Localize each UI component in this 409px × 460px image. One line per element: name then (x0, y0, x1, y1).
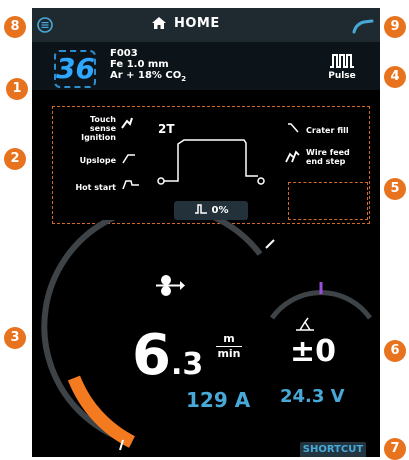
welder-screen: HOME 36 F003 Fe 1.0 mm Ar + 18% CO2 Puls… (32, 8, 380, 457)
hot-start-icon (122, 180, 139, 190)
process-label: Pulse (328, 71, 356, 81)
upslope-icon (122, 154, 135, 164)
process-selector[interactable]: Pulse (322, 54, 362, 81)
callout-6: 6 (384, 340, 406, 362)
callout-4: 4 (384, 66, 406, 88)
upslope-label[interactable]: Upslope (62, 156, 116, 165)
callout-8: 8 (4, 16, 26, 38)
menu-icon[interactable] (36, 16, 54, 34)
hot-start-label[interactable]: Hot start (62, 183, 116, 192)
pulse-percent-button[interactable]: 0% (174, 201, 248, 220)
callout-2: 2 (4, 148, 26, 170)
crater-fill-icon (288, 123, 299, 133)
wire-feed-end-step-label[interactable]: Wire feed end step (306, 148, 350, 166)
program-info[interactable]: F003 Fe 1.0 mm Ar + 18% CO2 (110, 48, 186, 85)
touch-sense-icon (121, 117, 133, 129)
pulse-icon (330, 54, 354, 68)
wire-feed-speed-icon (156, 275, 185, 296)
pulse-percent-value: 0% (211, 205, 229, 216)
wire-speed-unit: m min (216, 332, 242, 360)
touch-sense-ignition-label[interactable]: Touch sense Ignition (62, 115, 116, 142)
wire-feed-icon (285, 150, 300, 163)
home-title[interactable]: HOME (152, 16, 220, 31)
memory-channel-badge[interactable]: 36 (54, 50, 96, 88)
torch-icon[interactable] (352, 18, 374, 34)
correction-value[interactable]: ±0 (290, 334, 336, 369)
current-value: 129 A (186, 388, 251, 412)
empty-slot[interactable] (288, 182, 368, 220)
gas-info: Ar + 18% CO2 (110, 70, 187, 83)
correction-gauge[interactable] (266, 280, 376, 320)
home-label: HOME (174, 16, 220, 31)
callout-3: 3 (4, 327, 26, 349)
weld-sequence-graph (157, 139, 265, 185)
callout-1: 1 (6, 78, 28, 100)
wire-speed-value[interactable]: 6.3 (132, 328, 203, 384)
callout-9: 9 (384, 16, 406, 38)
mode-label[interactable]: 2T (158, 122, 175, 136)
program-code: F003 (110, 48, 138, 59)
arc-correction-icon (296, 317, 314, 331)
wire-info: Fe 1.0 mm (110, 59, 169, 70)
voltage-value: 24.3 V (280, 386, 345, 407)
home-icon (152, 17, 166, 29)
callout-5: 5 (384, 178, 406, 200)
pulse-small-icon (194, 204, 207, 214)
crater-fill-label[interactable]: Crater fill (306, 126, 349, 135)
shortcut-button[interactable]: SHORTCUT (300, 442, 366, 457)
